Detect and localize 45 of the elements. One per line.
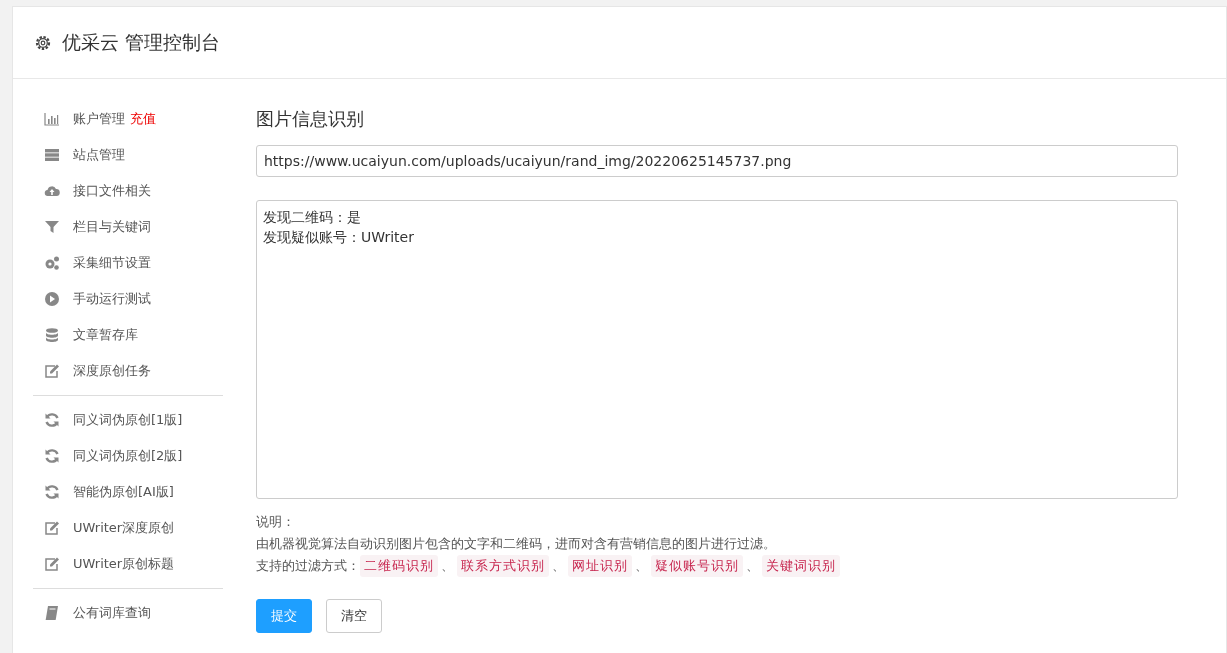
method-tag: 二维码识别	[360, 555, 438, 577]
page-title: 图片信息识别	[256, 107, 365, 131]
sidebar-item[interactable]: 深度原创任务	[44, 353, 222, 389]
separator: 、	[746, 557, 759, 575]
clear-button[interactable]: 清空	[326, 599, 382, 633]
sidebar-item[interactable]: 站点管理	[44, 137, 222, 173]
notes-heading: 说明：	[256, 513, 296, 531]
refresh-icon	[44, 484, 60, 500]
sidebar-item[interactable]: 同义词伪原创[1版]	[44, 402, 222, 438]
separator: 、	[441, 557, 454, 575]
edit-icon	[44, 556, 60, 572]
cloud-icon	[44, 183, 60, 199]
gear-icon	[34, 33, 52, 52]
filter-icon	[44, 219, 60, 235]
sidebar-item[interactable]: 栏目与关键词	[44, 209, 222, 245]
method-tag: 网址识别	[568, 555, 632, 577]
play-icon	[44, 291, 60, 307]
result-box[interactable]: 发现二维码：是 发现疑似账号：UWriter	[256, 200, 1178, 499]
book-icon	[44, 605, 60, 621]
method-tag: 联系方式识别	[457, 555, 549, 577]
sidebar-item[interactable]: 账户管理 充值	[44, 101, 222, 137]
sidebar-item[interactable]: UWriter原创标题	[44, 546, 222, 582]
sidebar-item[interactable]: 采集细节设置	[44, 245, 222, 281]
database-icon	[44, 327, 60, 343]
separator: 、	[552, 557, 565, 575]
methods-label: 支持的过滤方式：	[256, 557, 360, 575]
separator: 、	[635, 557, 648, 575]
sidebar-item[interactable]: 智能伪原创[AI版]	[44, 474, 222, 510]
server-icon	[44, 147, 60, 163]
edit-icon	[44, 520, 60, 536]
sidebar-item[interactable]: 同义词伪原创[2版]	[44, 438, 222, 474]
edit-icon	[44, 363, 60, 379]
sidebar-item[interactable]: UWriter深度原创	[44, 510, 222, 546]
sidebar-item[interactable]: 公有词库查询	[44, 595, 222, 631]
bar-chart-icon	[44, 111, 60, 127]
refresh-icon	[44, 448, 60, 464]
method-tag: 关键词识别	[762, 555, 840, 577]
refresh-icon	[44, 412, 60, 428]
console-title: 优采云 管理控制台	[62, 29, 221, 55]
sidebar-item[interactable]: 接口文件相关	[44, 173, 222, 209]
sidebar-item[interactable]: 手动运行测试	[44, 281, 222, 317]
notes-description: 由机器视觉算法自动识别图片包含的文字和二维码，进而对含有营销信息的图片进行过滤。	[256, 535, 777, 553]
method-tag: 疑似账号识别	[651, 555, 743, 577]
sidebar-item[interactable]: 文章暂存库	[44, 317, 222, 353]
url-field[interactable]: https://www.ucaiyun.com/uploads/ucaiyun/rand_img/20220625145737.png	[256, 145, 1178, 177]
